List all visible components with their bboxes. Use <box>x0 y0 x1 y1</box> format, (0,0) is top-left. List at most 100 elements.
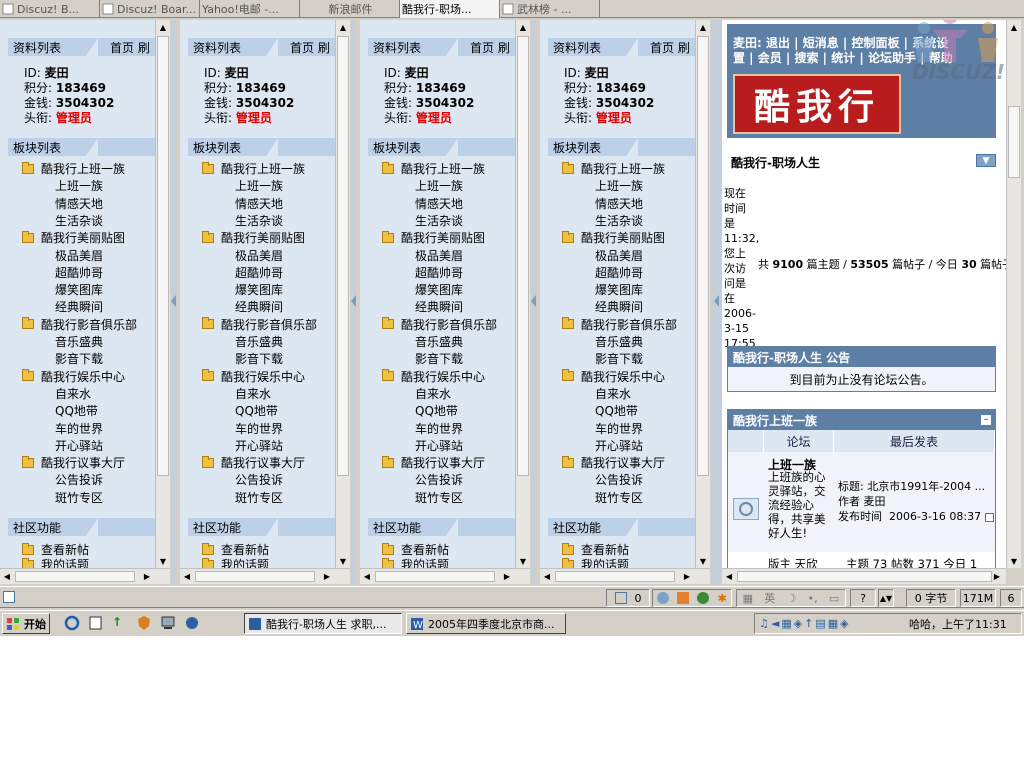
subforum-link[interactable]: 超酷帅哥 <box>55 264 103 281</box>
forum-group[interactable]: 酷我行影音俱乐部 <box>202 316 317 333</box>
scroll-up-arrow[interactable]: ▲ <box>516 20 530 34</box>
scroll-thumb[interactable] <box>697 36 709 476</box>
subforum-link[interactable]: 开心驿站 <box>415 437 463 454</box>
scroll-thumb[interactable] <box>737 571 992 582</box>
subforum-link[interactable]: 生活杂谈 <box>415 212 463 229</box>
vertical-scrollbar[interactable]: ▲ ▼ <box>695 20 710 568</box>
computer-icon[interactable] <box>160 615 175 629</box>
scroll-right-arrow[interactable]: ▶ <box>140 569 154 584</box>
subforum-link[interactable]: 极品美眉 <box>55 247 103 264</box>
frame-splitter[interactable] <box>711 20 722 584</box>
horizontal-scrollbar[interactable]: ◀ ▶ <box>180 568 350 584</box>
subforum-link[interactable]: 上班一族 <box>55 177 103 194</box>
frame-splitter[interactable] <box>351 20 356 584</box>
subforum-link[interactable]: 斑竹专区 <box>595 489 643 506</box>
app-icon[interactable] <box>184 615 198 629</box>
forum-group[interactable]: 酷我行影音俱乐部 <box>382 316 497 333</box>
subforum-link[interactable]: 车的世界 <box>415 420 463 437</box>
tab-wulinbang[interactable]: 武林榜 - ... <box>500 0 600 18</box>
vertical-scrollbar[interactable]: ▲ ▼ <box>155 20 170 568</box>
subforum-link[interactable]: 生活杂谈 <box>235 212 283 229</box>
subforum-link[interactable]: 开心驿站 <box>595 437 643 454</box>
subforum-link[interactable]: 公告投诉 <box>55 471 103 488</box>
main-horizontal-scrollbar[interactable]: ◀ ▶ <box>722 568 1006 584</box>
home-link[interactable]: 首页 <box>650 41 674 55</box>
subforum-link[interactable]: 超酷帅哥 <box>595 264 643 281</box>
subforum-link[interactable]: 开心驿站 <box>235 437 283 454</box>
last-post-author[interactable]: 作者 麦田 <box>838 493 886 509</box>
horizontal-scrollbar[interactable]: ◀ ▶ <box>540 568 710 584</box>
clock[interactable]: 哈哈，上午了11:31 <box>909 616 1007 632</box>
forum-group[interactable]: 酷我行娱乐中心 <box>562 368 665 385</box>
flash-icon[interactable] <box>677 592 690 604</box>
subforum-link[interactable]: 生活杂谈 <box>55 212 103 229</box>
subforum-link[interactable]: 音乐盛典 <box>55 333 103 350</box>
subforum-link[interactable]: 超酷帅哥 <box>415 264 463 281</box>
refresh-link[interactable]: 刷 <box>318 41 330 55</box>
scroll-right-arrow[interactable]: ▶ <box>320 569 334 584</box>
scroll-thumb[interactable] <box>555 571 675 582</box>
subforum-link[interactable]: QQ地带 <box>595 402 638 419</box>
subforum-link[interactable]: 情感天地 <box>595 195 643 212</box>
subforum-link[interactable]: QQ地带 <box>55 402 98 419</box>
category-title[interactable]: 酷我行上班一族 <box>733 412 817 429</box>
forum-group[interactable]: 酷我行美丽贴图 <box>382 229 485 246</box>
community-item[interactable]: 我的话题 <box>22 556 89 568</box>
subforum-link[interactable]: 斑竹专区 <box>235 489 283 506</box>
popup-counter[interactable]: 0 <box>606 589 650 607</box>
ime-toolbar[interactable]: ▦ 英 ☽ •, ▭ <box>736 589 846 607</box>
subforum-link[interactable]: 公告投诉 <box>415 471 463 488</box>
subforum-link[interactable]: 爆笑图库 <box>415 281 463 298</box>
frame-splitter[interactable] <box>171 20 176 584</box>
tab-sina-mail[interactable]: 新浪邮件 <box>300 0 400 18</box>
scroll-left-arrow[interactable]: ◀ <box>360 569 374 584</box>
scroll-thumb[interactable] <box>375 571 495 582</box>
subforum-link[interactable]: 公告投诉 <box>235 471 283 488</box>
ie-icon[interactable] <box>64 615 80 631</box>
goto-icon[interactable] <box>984 512 994 522</box>
up-arrow-icon[interactable]: ↑ <box>112 615 122 629</box>
shield-icon[interactable] <box>136 615 150 630</box>
subforum-link[interactable]: 上班一族 <box>595 177 643 194</box>
forum-group[interactable]: 酷我行上班一族 <box>382 160 485 177</box>
subforum-link[interactable]: 音乐盛典 <box>595 333 643 350</box>
forum-group[interactable]: 酷我行上班一族 <box>562 160 665 177</box>
scroll-left-arrow[interactable]: ◀ <box>0 569 14 584</box>
subforum-link[interactable]: 自来水 <box>235 385 271 402</box>
scroll-thumb[interactable] <box>1008 106 1020 178</box>
tab-kuwoxing[interactable]: 酷我行-职场... <box>400 0 500 18</box>
ime-language[interactable]: 英 <box>764 590 775 606</box>
subforum-link[interactable]: 自来水 <box>595 385 631 402</box>
scroll-up-arrow[interactable]: ▲ <box>156 20 170 34</box>
task-word-doc[interactable]: W 2005年四季度北京市商... <box>406 613 566 634</box>
collapse-button[interactable]: ▼ <box>976 154 996 167</box>
subforum-link[interactable]: 经典瞬间 <box>415 298 463 315</box>
subforum-link[interactable]: 斑竹专区 <box>415 489 463 506</box>
subforum-link[interactable]: 情感天地 <box>415 195 463 212</box>
subforum-link[interactable]: 极品美眉 <box>235 247 283 264</box>
forum-group[interactable]: 酷我行上班一族 <box>202 160 305 177</box>
home-link[interactable]: 首页 <box>290 41 314 55</box>
scroll-left-arrow[interactable]: ◀ <box>722 569 736 584</box>
forum-group[interactable]: 酷我行议事大厅 <box>562 454 665 471</box>
subforum-link[interactable]: 影音下载 <box>55 350 103 367</box>
forum-group[interactable]: 酷我行议事大厅 <box>382 454 485 471</box>
community-item[interactable]: 我的话题 <box>562 556 629 568</box>
scroll-down-arrow[interactable]: ▼ <box>336 554 350 568</box>
refresh-link[interactable]: 刷 <box>138 41 150 55</box>
subforum-link[interactable]: 情感天地 <box>55 195 103 212</box>
punct-icon[interactable]: •, <box>808 592 818 605</box>
subforum-link[interactable]: 超酷帅哥 <box>235 264 283 281</box>
subforum-link[interactable]: 车的世界 <box>595 420 643 437</box>
tab-yahoo-mail[interactable]: Yahoo!电邮 -... <box>200 0 300 18</box>
subforum-link[interactable]: 极品美眉 <box>595 247 643 264</box>
scroll-down-arrow[interactable]: ▼ <box>1007 554 1021 568</box>
download-icon[interactable] <box>657 592 670 604</box>
tab-discuz-1[interactable]: Discuz! B... <box>0 0 100 18</box>
subforum-link[interactable]: 生活杂谈 <box>595 212 643 229</box>
subforum-link[interactable]: 影音下载 <box>415 350 463 367</box>
scroll-down-arrow[interactable]: ▼ <box>696 554 710 568</box>
scroll-thumb[interactable] <box>157 36 169 476</box>
community-item[interactable]: 我的话题 <box>382 556 449 568</box>
proxy-icon[interactable] <box>697 592 710 604</box>
